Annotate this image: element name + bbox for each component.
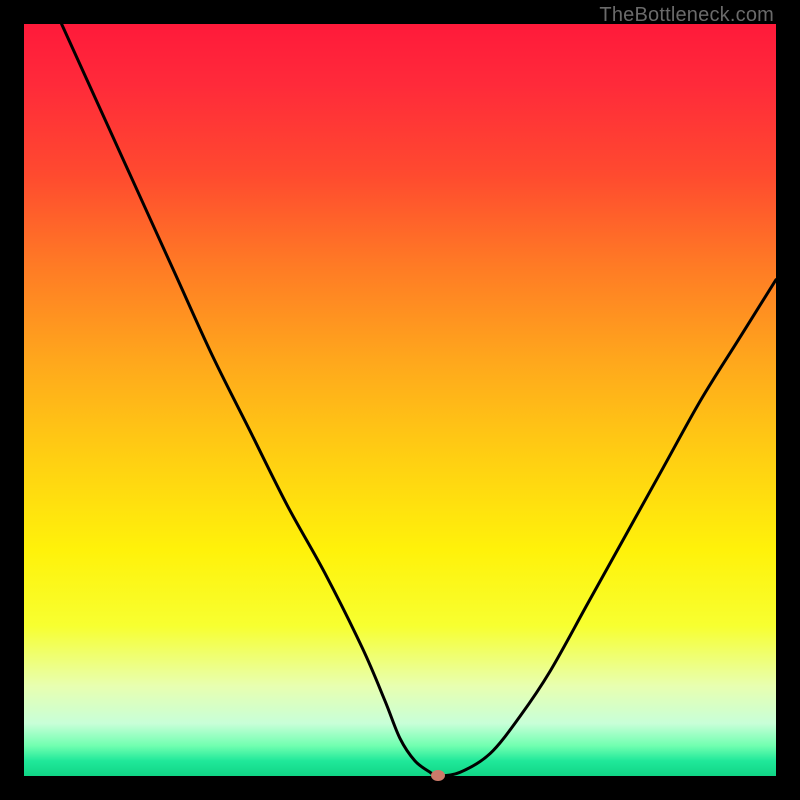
optimal-point-marker <box>431 770 445 781</box>
chart-container: TheBottleneck.com <box>0 0 800 800</box>
curve-layer <box>24 24 776 776</box>
plot-area <box>24 24 776 776</box>
bottleneck-curve <box>62 24 776 776</box>
